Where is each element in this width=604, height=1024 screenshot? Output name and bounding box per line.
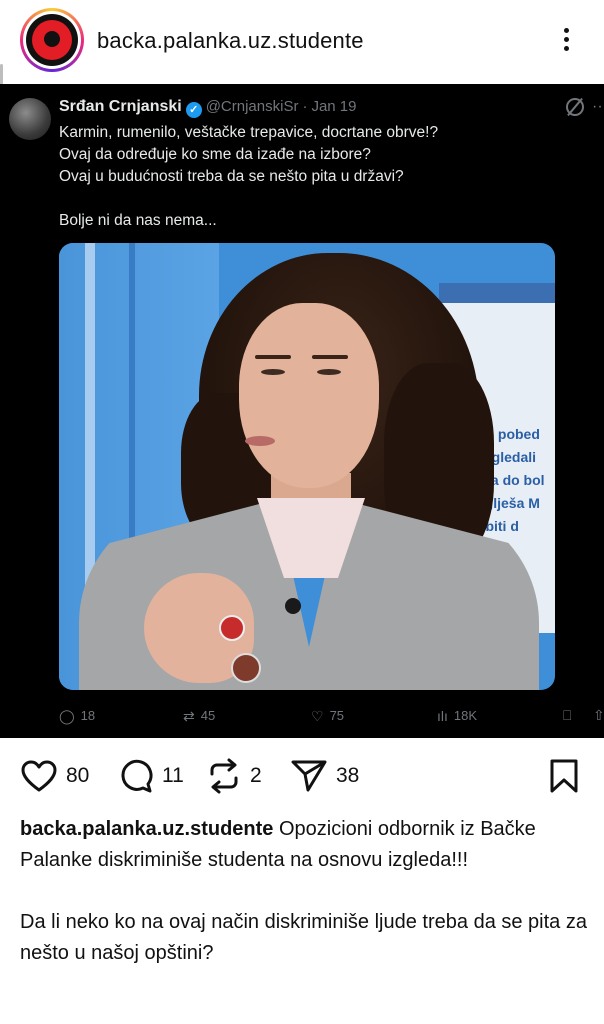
red-circle-logo-icon	[26, 14, 78, 66]
tweet-author: Srđan Crnjanski ✓ @CrnjanskiSr · Jan 19	[59, 98, 357, 118]
header-username[interactable]: backa.palanka.uz.studente	[97, 28, 364, 54]
share-icon: ⇧	[593, 707, 604, 723]
profile-avatar[interactable]	[20, 8, 84, 72]
tweet-likes: ♡ 75	[311, 707, 345, 724]
tweet-replies: ◯ 18	[59, 707, 96, 724]
comment-icon	[121, 759, 153, 793]
heart-icon: ♡	[311, 707, 324, 724]
tweet-author-name: Srđan Crnjanski	[59, 98, 182, 115]
bookmark-icon: ⎕	[563, 707, 572, 723]
caption-text-second: Da li neko ko na ovaj način diskriminiše…	[20, 911, 587, 964]
retweet-icon: ⇄	[183, 707, 195, 724]
verified-badge-icon: ✓	[185, 102, 202, 118]
grok-icon	[566, 98, 584, 116]
tweet-separator: ·	[302, 98, 308, 115]
tweet-share: ⇧	[593, 708, 604, 722]
save-button[interactable]	[548, 758, 580, 794]
like-button[interactable]: 80	[20, 758, 89, 794]
tweet-text: Karmin, rumenilo, veštačke trepavice, do…	[59, 122, 589, 232]
tweet-retweets: ⇄ 45	[183, 707, 216, 724]
bookmark-icon	[550, 759, 578, 793]
share-count[interactable]: 38	[336, 764, 359, 788]
tweet-line: Bolje ni da nas nema...	[59, 212, 217, 229]
horizontal-dots-icon: ··	[592, 98, 603, 115]
repost-count[interactable]: 2	[250, 764, 262, 788]
reply-icon: ◯	[59, 707, 75, 724]
like-count[interactable]: 80	[66, 764, 89, 788]
views-icon: ılı	[437, 707, 448, 724]
tweet-photo: znači pobed smo gledali pazna do bol is …	[59, 243, 555, 690]
tweet-line: Ovaj da određuje ko sme da izađe na izbo…	[59, 146, 371, 163]
tweet-line: Ovaj u budućnosti treba da se nešto pita…	[59, 168, 404, 185]
caption-username[interactable]: backa.palanka.uz.studente	[20, 818, 273, 840]
post-caption: backa.palanka.uz.studente Opozicioni odb…	[20, 814, 590, 969]
tweet-actions: ◯ 18 ⇄ 45 ♡ 75 ılı 18K ⎕ ⇧	[59, 706, 604, 728]
paper-plane-icon	[291, 760, 327, 792]
tweet-author-avatar	[9, 98, 51, 140]
vertical-dots-icon[interactable]	[556, 24, 576, 60]
heart-icon	[21, 760, 57, 792]
share-button[interactable]: 38	[290, 758, 359, 794]
post-actions: 80 11 2 38	[0, 738, 604, 814]
repost-button[interactable]: 2	[206, 758, 262, 794]
repost-icon	[210, 758, 238, 794]
post-image[interactable]: Srđan Crnjanski ✓ @CrnjanskiSr · Jan 19 ·· K…	[0, 84, 604, 738]
post-header: backa.palanka.uz.studente	[0, 0, 604, 84]
tweet-date: Jan 19	[311, 98, 357, 115]
comment-count[interactable]: 11	[162, 764, 184, 788]
tweet-line: Karmin, rumenilo, veštačke trepavice, do…	[59, 124, 439, 141]
tweet-bookmark: ⎕	[563, 708, 571, 722]
comment-button[interactable]: 11	[118, 758, 184, 794]
tweet-handle: @CrnjanskiSr	[205, 98, 299, 115]
tweet-views: ılı 18K	[437, 707, 478, 724]
